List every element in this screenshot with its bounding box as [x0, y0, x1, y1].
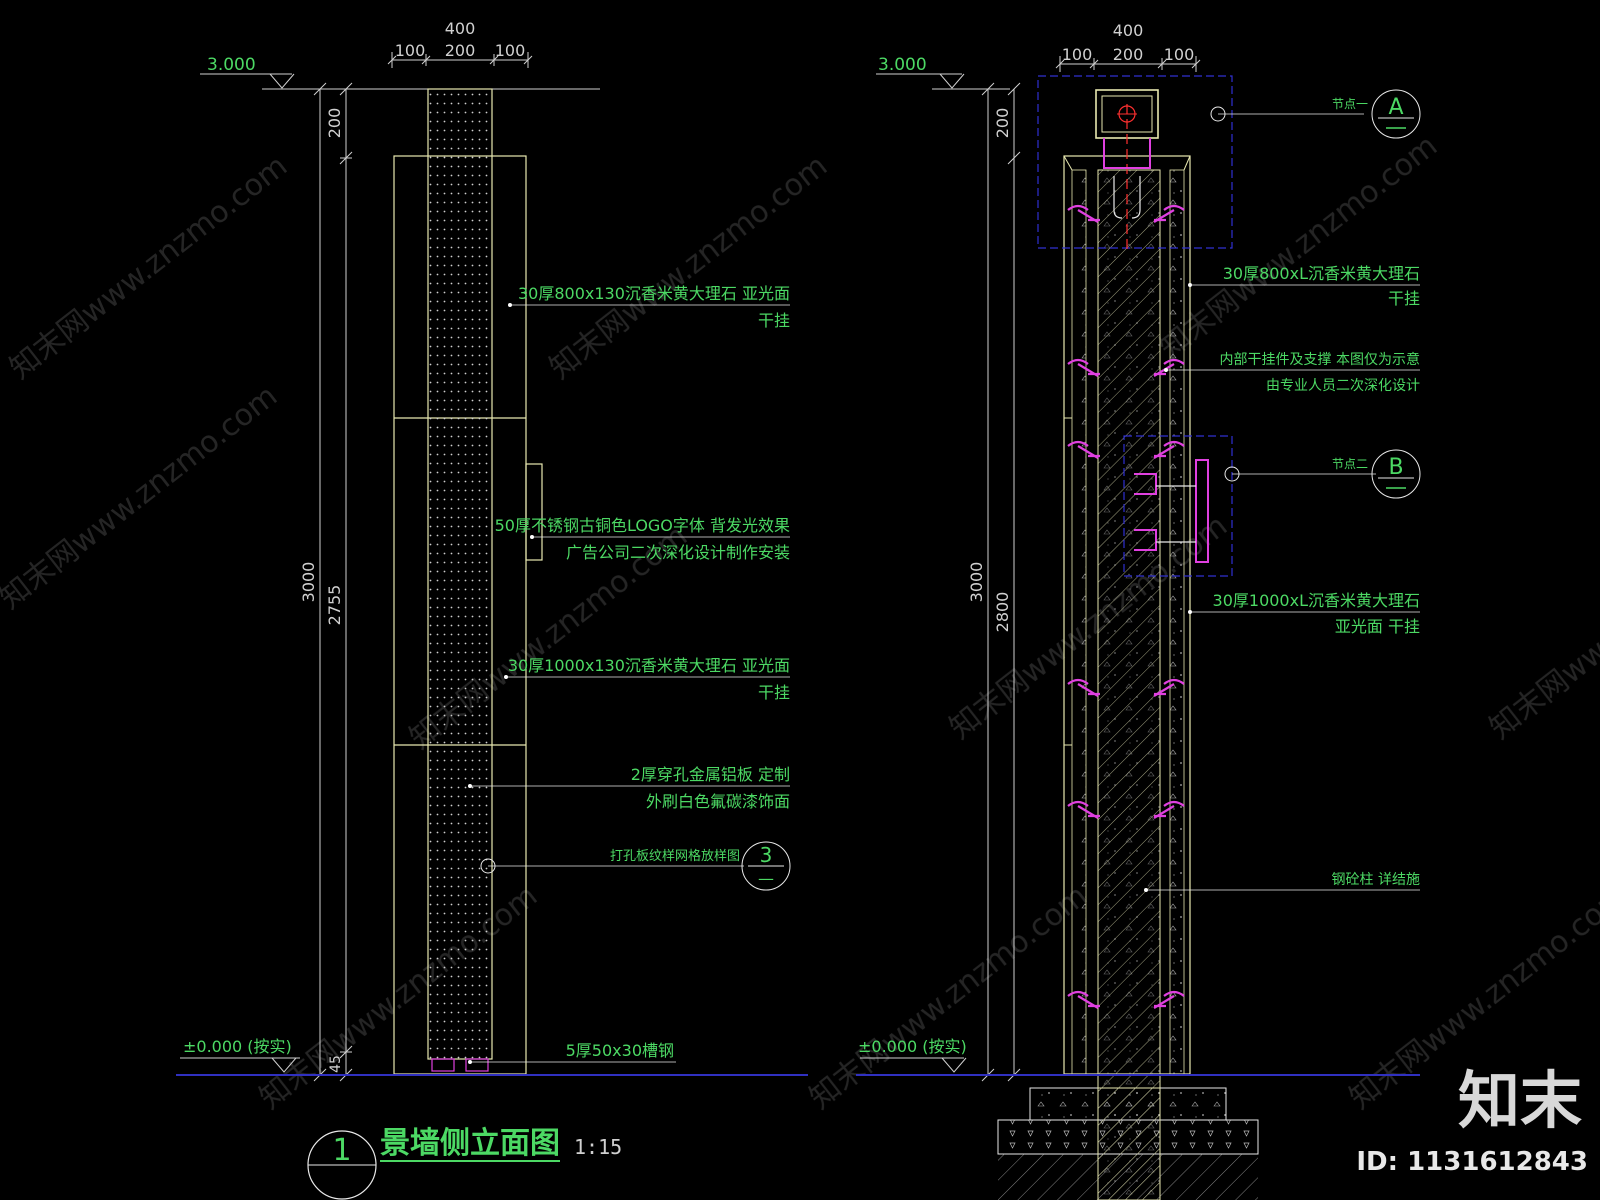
watermark-text: 知末网www.znzmo.com: [253, 878, 544, 1116]
watermark-text: 知末网www.znzmo.com: [3, 148, 294, 386]
watermark-text: 知末网www.znzmo.com: [0, 378, 284, 616]
left-note-6-line1: 5厚50x30槽钢: [566, 1041, 674, 1060]
drawing-scale: 1:15: [574, 1135, 622, 1159]
left-dim-200: 200: [445, 41, 476, 60]
left-dim-100b: 100: [495, 41, 526, 60]
elevation-drawing: 知末网www.znzmo.com 知末网www.znzmo.com 知末网www…: [0, 19, 1600, 1200]
left-note-3-line2: 干挂: [758, 683, 790, 702]
right-note-2-line2: 由专业人员二次深化设计: [1266, 378, 1420, 394]
left-dim-2755: 2755: [325, 585, 344, 626]
right-dim-200: 200: [1113, 45, 1144, 64]
image-id: ID: 1131612843: [1356, 1147, 1588, 1177]
perforated-aluminum-panel: [427, 88, 493, 1060]
right-note-2-line1: 内部干挂件及支撑 本图仅为示意: [1220, 351, 1420, 368]
right-dim-100b: 100: [1164, 45, 1195, 64]
right-ground-level: ±0.000 (按实): [858, 1037, 967, 1056]
watermark-text: 知末网www.znzmo.com: [543, 148, 834, 386]
watermark-text: 知末网www.znzmo.com: [1153, 128, 1444, 366]
logo-block: [525, 463, 543, 561]
ref-bubble-number: 3: [760, 843, 773, 867]
channel-steel-base: [431, 1058, 489, 1072]
node-b-letter: B: [1388, 455, 1403, 480]
foundation-detail: [997, 1087, 1259, 1200]
right-top-level: 3.000: [878, 55, 927, 75]
left-note-2-line2: 广告公司二次深化设计制作安装: [566, 543, 790, 562]
left-note-1-line1: 30厚800x130沉香米黄大理石 亚光面: [518, 284, 790, 303]
right-note-1-line2: 干挂: [1388, 289, 1420, 308]
right-leader-lines: [1146, 113, 1420, 891]
node-b-label: 节点二: [1332, 457, 1368, 471]
left-top-level-mark: [200, 73, 600, 90]
left-ground-level-mark: [180, 1057, 300, 1073]
right-dim-2800: 2800: [993, 592, 1012, 633]
left-top-level: 3.000: [207, 55, 256, 75]
title-bubble-number: 1: [332, 1133, 351, 1168]
left-note-3-line1: 30厚1000x130沉香米黄大理石 亚光面: [508, 656, 790, 675]
watermark-text: 知末网www.znzmo.com: [1483, 508, 1600, 746]
right-dim-100a: 100: [1062, 45, 1093, 64]
left-note-2-line1: 50厚不锈钢古铜色LOGO字体 背发光效果: [495, 516, 790, 535]
left-dim-400: 400: [445, 19, 476, 38]
left-dim-45: 45: [328, 1055, 344, 1073]
right-note-3-line2: 亚光面 干挂: [1335, 617, 1420, 636]
right-dim-200-vertical: 200: [993, 108, 1012, 139]
left-vertical-dimensions: [313, 82, 353, 1082]
ref-bubble-sheet: —: [758, 869, 774, 888]
right-note-1-line1: 30厚800xL沉香米黄大理石: [1223, 264, 1420, 283]
left-ground-level: ±0.000 (按实): [183, 1037, 292, 1056]
drawing-title-block: 1 景墙侧立面图 1:15: [307, 1126, 622, 1200]
node-a-label: 节点一: [1332, 97, 1368, 111]
right-vertical-dimensions: [981, 82, 1021, 1082]
left-dim-3000: 3000: [299, 562, 318, 603]
right-note-4-line1: 钢砼柱 详结施: [1332, 872, 1420, 888]
drawing-title: 景墙侧立面图: [380, 1126, 560, 1161]
right-dim-3000: 3000: [967, 562, 986, 603]
right-annotations: 30厚800xL沉香米黄大理石 干挂 内部干挂件及支撑 本图仅为示意 由专业人员…: [1213, 264, 1420, 888]
left-annotations: 30厚800x130沉香米黄大理石 亚光面 干挂 50厚不锈钢古铜色LOGO字体…: [495, 284, 790, 1060]
left-note-1-line2: 干挂: [758, 311, 790, 330]
left-dim-100a: 100: [395, 41, 426, 60]
brand-logo: 知末: [1458, 1064, 1582, 1137]
left-detail-ref-bubble: 3 —: [741, 841, 791, 891]
right-section-body: [1063, 155, 1191, 1200]
node-a-letter: A: [1388, 95, 1403, 120]
right-note-3-line1: 30厚1000xL沉香米黄大理石: [1213, 591, 1420, 610]
left-note-5-line1: 打孔板纹样网格放样图: [610, 848, 740, 864]
left-note-4-line2: 外刷白色氟碳漆饰面: [646, 792, 790, 811]
left-note-4-line1: 2厚穿孔金属铝板 定制: [631, 765, 790, 784]
left-dim-200-vertical: 200: [325, 108, 344, 139]
right-dim-400: 400: [1113, 21, 1144, 40]
watermark-text: 知末网www.znzmo.com: [803, 878, 1094, 1116]
